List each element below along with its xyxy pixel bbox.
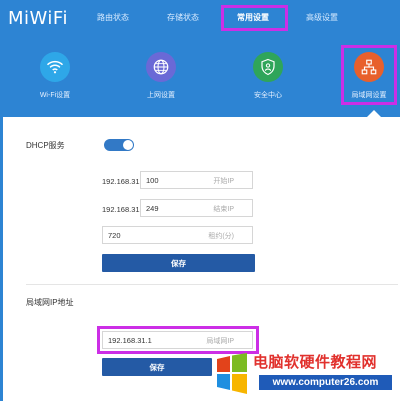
start-ip-prefix: 192.168.31. xyxy=(102,177,142,186)
tile-label: Wi-Fi设置 xyxy=(39,92,71,99)
toggle-knob xyxy=(123,140,133,150)
dhcp-save-button[interactable]: 保存 xyxy=(102,254,255,272)
nav-router-status[interactable]: 路由状态 xyxy=(97,12,129,23)
watermark-title: 电脑软硬件教程网 xyxy=(253,354,378,371)
dhcp-section-title: DHCP服务 xyxy=(26,141,65,150)
tile-highlight-box xyxy=(341,45,397,105)
wifi-icon xyxy=(40,52,70,82)
dhcp-toggle[interactable] xyxy=(104,139,134,151)
tile-wifi-settings[interactable]: Wi-Fi设置 xyxy=(25,52,85,100)
nav-advanced-settings[interactable]: 高级设置 xyxy=(306,12,338,23)
lease-time-value: 720 xyxy=(108,231,121,240)
start-ip-value: 100 xyxy=(146,176,159,185)
nav-storage-status[interactable]: 存储状态 xyxy=(167,12,199,23)
end-ip-value: 249 xyxy=(146,204,159,213)
start-ip-input[interactable]: 100 开始IP xyxy=(140,171,253,189)
globe-icon xyxy=(146,52,176,82)
lease-time-input[interactable]: 720 租约(分) xyxy=(102,226,253,244)
lan-ip-highlight-box xyxy=(97,326,259,354)
end-ip-prefix: 192.168.31. xyxy=(102,205,142,214)
nav-highlight-box xyxy=(221,5,288,31)
tile-label: 安全中心 xyxy=(254,92,282,99)
miwifi-logo: MiWiFi xyxy=(8,8,68,29)
watermark-url: www.computer26.com xyxy=(259,375,392,390)
tile-internet-settings[interactable]: 上网设置 xyxy=(131,52,191,100)
section-divider xyxy=(26,284,398,285)
lan-section-title: 局域网IP地址 xyxy=(26,298,74,307)
windows-logo-icon xyxy=(217,353,247,394)
shield-icon xyxy=(253,52,283,82)
active-tile-pointer xyxy=(367,110,381,117)
top-bar: MiWiFi 路由状态 存储状态 常用设置 高级设置 xyxy=(0,0,400,38)
lease-time-placeholder: 租约(分) xyxy=(208,233,234,240)
settings-icon-row: Wi-Fi设置 上网设置 安全中心 局域网设置 xyxy=(0,38,400,116)
end-ip-placeholder: 结束IP xyxy=(213,206,234,213)
lan-save-button[interactable]: 保存 xyxy=(102,358,212,376)
tile-security-center[interactable]: 安全中心 xyxy=(238,52,298,100)
start-ip-placeholder: 开始IP xyxy=(213,178,234,185)
tile-label: 上网设置 xyxy=(147,92,175,99)
end-ip-input[interactable]: 249 结束IP xyxy=(140,199,253,217)
